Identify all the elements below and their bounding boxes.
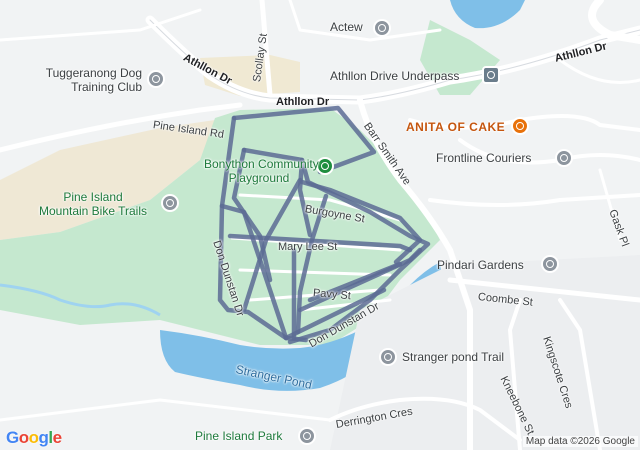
label-anita-of-cake[interactable]: ANITA OF CAKE — [406, 120, 505, 134]
stranger-trail-pin-icon[interactable] — [379, 348, 397, 366]
dog-club-pin-icon[interactable] — [147, 70, 165, 88]
logo-letter: g — [38, 428, 49, 447]
logo-letter: o — [18, 428, 29, 447]
pine-island-park-pin-icon[interactable] — [298, 427, 316, 445]
label-underpass[interactable]: Athllon Drive Underpass — [330, 69, 459, 83]
label-pindari[interactable]: Pindari Gardens — [437, 258, 524, 272]
mtb-pin-icon[interactable] — [161, 194, 179, 212]
map-canvas[interactable]: Actew Tuggeranong Dog Training Club Athl… — [0, 0, 640, 450]
label-mtb-trails[interactable]: Pine Island Mountain Bike Trails — [28, 190, 158, 218]
label-stranger-trail[interactable]: Stranger pond Trail — [402, 350, 504, 364]
google-logo: Google — [6, 428, 62, 448]
label-pine-island-park[interactable]: Pine Island Park — [195, 429, 282, 443]
label-playground[interactable]: Bonython Community Playground — [204, 157, 319, 185]
logo-letter: o — [28, 428, 39, 447]
logo-letter: G — [6, 428, 19, 447]
road-athllon-dr-mid: Athllon Dr — [276, 96, 330, 108]
frontline-pin-icon[interactable] — [555, 149, 573, 167]
pindari-pin-icon[interactable] — [541, 255, 559, 273]
road-mary-lee-st: Mary Lee St — [278, 241, 338, 253]
label-dog-club[interactable]: Tuggeranong Dog Training Club — [30, 66, 142, 94]
label-actew[interactable]: Actew — [330, 20, 363, 34]
restaurant-pin-icon[interactable] — [511, 117, 529, 135]
label-frontline[interactable]: Frontline Couriers — [436, 151, 531, 165]
logo-letter: e — [52, 428, 62, 447]
underpass-pin-icon[interactable] — [482, 66, 500, 84]
actew-pin-icon[interactable] — [373, 19, 391, 37]
map-attribution[interactable]: Map data ©2026 Google — [522, 436, 638, 447]
